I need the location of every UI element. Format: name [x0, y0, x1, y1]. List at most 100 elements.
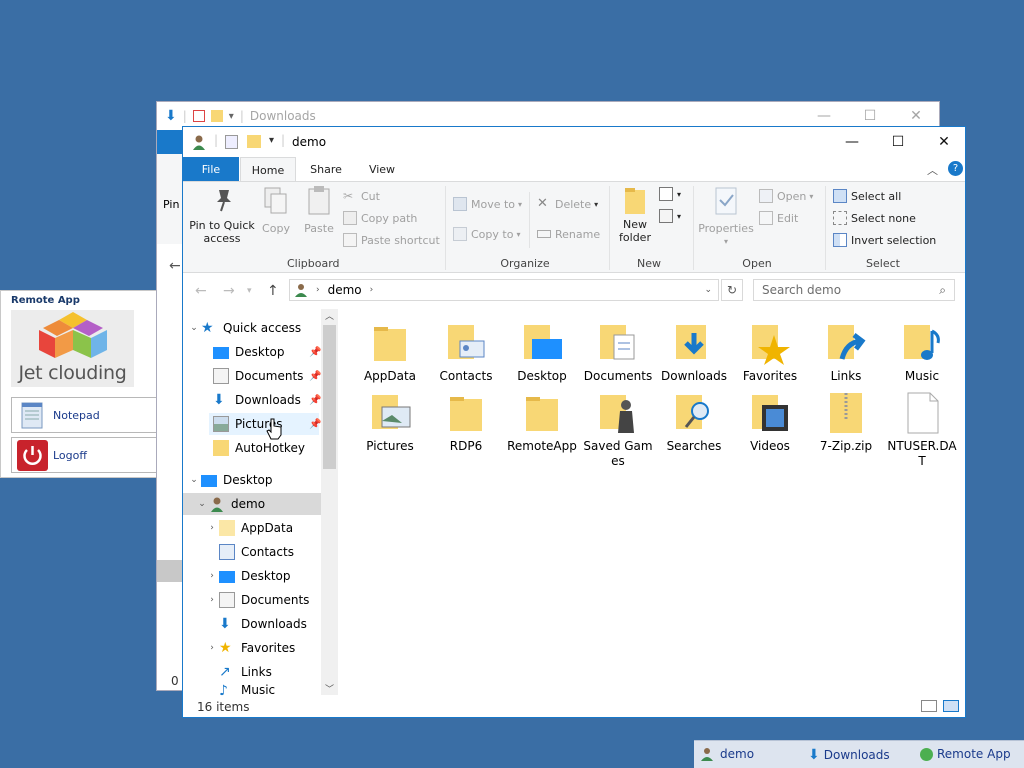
star-icon: ★	[201, 320, 214, 336]
file-item[interactable]: Music	[887, 319, 957, 384]
copy-button[interactable]: Copy	[259, 186, 293, 235]
tab-share[interactable]: Share	[299, 157, 353, 181]
close-button[interactable]: ✕	[921, 127, 967, 157]
chevron-right-icon: ›	[210, 643, 214, 653]
nav-desktop-sub[interactable]: › Desktop	[205, 565, 291, 587]
bg-file-tab[interactable]	[157, 130, 185, 154]
details-view-icon[interactable]	[921, 700, 937, 712]
file-item[interactable]: Favorites	[735, 319, 805, 384]
rename-button[interactable]: Rename	[537, 224, 600, 244]
taskbar-item-downloads[interactable]: ⬇ Downloads	[808, 747, 890, 763]
bg-back-arrow-icon[interactable]: ←	[169, 258, 181, 274]
nav-quick-access[interactable]: ⌄ ★ Quick access	[187, 317, 301, 339]
file-item[interactable]: 7-Zip.zip	[811, 389, 881, 454]
tab-home[interactable]: Home	[240, 157, 296, 182]
nav-quick-autohotkey[interactable]: AutoHotkey	[213, 437, 305, 459]
nav-music[interactable]: ♪ Music	[219, 683, 275, 697]
nav-quick-desktop[interactable]: Desktop	[213, 341, 285, 363]
move-to-icon	[453, 197, 467, 211]
select-none-button[interactable]: Select none	[833, 208, 916, 228]
user-icon	[193, 135, 205, 150]
move-to-button[interactable]: Move to ▾	[453, 194, 522, 214]
select-all-button[interactable]: Select all	[833, 186, 901, 206]
nav-scroll-thumb[interactable]	[323, 325, 336, 469]
file-item[interactable]: Saved Games	[583, 389, 653, 469]
file-item[interactable]: Links	[811, 319, 881, 384]
address-bar[interactable]: › demo › ⌄	[289, 279, 719, 301]
cut-button[interactable]: ✂ Cut	[343, 186, 380, 206]
paste-button[interactable]: Paste	[301, 186, 337, 235]
invert-selection-button[interactable]: Invert selection	[833, 230, 936, 250]
forward-arrow-icon[interactable]: →	[223, 283, 235, 299]
file-name: 7-Zip.zip	[819, 439, 873, 453]
minimize-button[interactable]: —	[829, 127, 875, 157]
search-box[interactable]: Search demo ⌕	[753, 279, 955, 301]
logoff-app-button[interactable]: Logoff	[11, 437, 158, 473]
logo-text: Jet clouding	[18, 362, 127, 384]
properties-quick-icon[interactable]	[225, 135, 238, 149]
nav-quick-pictures[interactable]: Pictures	[209, 413, 319, 435]
back-arrow-icon[interactable]: ←	[195, 283, 207, 299]
nav-appdata[interactable]: › AppData	[205, 517, 293, 539]
nav-links[interactable]: ↗ Links	[219, 661, 272, 683]
easy-access-button[interactable]: ▾	[659, 206, 681, 226]
file-item[interactable]: Downloads	[659, 319, 729, 384]
nav-quick-documents[interactable]: Documents	[213, 365, 303, 387]
large-icons-view-icon[interactable]	[943, 700, 959, 712]
file-item[interactable]: NTUSER.DAT	[887, 389, 957, 469]
nav-favorites[interactable]: › ★ Favorites	[205, 637, 295, 659]
copy-path-button[interactable]: Copy path	[343, 208, 417, 228]
nav-scrollbar[interactable]: ︿ ﹀	[321, 309, 338, 695]
properties-button[interactable]: Properties ▾	[697, 186, 755, 248]
copy-to-button[interactable]: Copy to ▾	[453, 224, 520, 244]
file-item[interactable]: AppData	[355, 319, 425, 384]
explorer-window[interactable]: | ▾ | demo — ☐ ✕ File Home Share View ︿ …	[182, 126, 966, 718]
new-folder-button[interactable]: New folder	[613, 186, 657, 244]
taskbar-item-remote-app[interactable]: Remote App	[920, 747, 1011, 761]
file-item[interactable]: Contacts	[431, 319, 501, 384]
up-arrow-icon[interactable]: ↑	[267, 283, 279, 299]
tab-view[interactable]: View	[355, 157, 409, 181]
edit-button[interactable]: Edit	[759, 208, 798, 228]
file-item[interactable]: Videos	[735, 389, 805, 454]
open-button[interactable]: Open ▾	[759, 186, 813, 206]
select-all-label: Select all	[851, 189, 902, 203]
folder-icon	[210, 110, 223, 122]
scroll-up-icon[interactable]: ︿	[325, 309, 334, 322]
tab-file[interactable]: File	[183, 157, 239, 181]
refresh-button[interactable]: ↻	[721, 279, 743, 301]
help-icon[interactable]: ?	[948, 161, 963, 176]
file-item[interactable]: Pictures	[355, 389, 425, 454]
nav-contacts[interactable]: Contacts	[219, 541, 294, 563]
nav-desktop[interactable]: ⌄ Desktop	[187, 469, 273, 491]
breadcrumb-separator-icon: ›	[316, 285, 320, 295]
taskbar-item-demo[interactable]: demo	[700, 747, 754, 761]
scissors-icon: ✂	[343, 189, 354, 203]
delete-button[interactable]: ✕ Delete ▾	[537, 194, 598, 214]
recent-locations-icon[interactable]: ▾	[247, 286, 252, 296]
new-folder-quick-icon[interactable]	[247, 135, 261, 148]
nav-demo[interactable]: ⌄ demo	[183, 493, 321, 515]
collapse-ribbon-icon[interactable]: ︿	[927, 162, 938, 178]
pin-to-quick-access-button[interactable]: Pin to Quick access	[189, 186, 255, 245]
breadcrumb-demo[interactable]: demo	[328, 283, 362, 297]
customize-toolbar-icon[interactable]: ▾	[269, 135, 274, 146]
file-item[interactable]: Desktop	[507, 319, 577, 384]
rename-icon	[537, 230, 551, 238]
properties-label: Properties	[698, 222, 754, 235]
paste-shortcut-button[interactable]: Paste shortcut	[343, 230, 440, 250]
scroll-down-icon[interactable]: ﹀	[325, 682, 334, 695]
maximize-button[interactable]: ☐	[875, 127, 921, 157]
file-item[interactable]: RemoteApp	[507, 389, 577, 454]
notepad-app-button[interactable]: Notepad	[11, 397, 158, 433]
nav-downloads-sub[interactable]: ⬇ Downloads	[219, 613, 307, 635]
select-none-label: Select none	[851, 211, 916, 225]
file-item[interactable]: Searches	[659, 389, 729, 454]
address-dropdown-icon[interactable]: ⌄	[704, 285, 712, 295]
file-item[interactable]: Documents	[583, 319, 653, 384]
file-item[interactable]: RDP6	[431, 389, 501, 454]
new-item-button[interactable]: ▾	[659, 184, 681, 204]
nav-quick-downloads[interactable]: ⬇ Downloads	[213, 389, 301, 411]
nav-documents-sub[interactable]: › Documents	[205, 589, 309, 611]
breadcrumb-chevron-icon[interactable]: ›	[370, 285, 374, 295]
